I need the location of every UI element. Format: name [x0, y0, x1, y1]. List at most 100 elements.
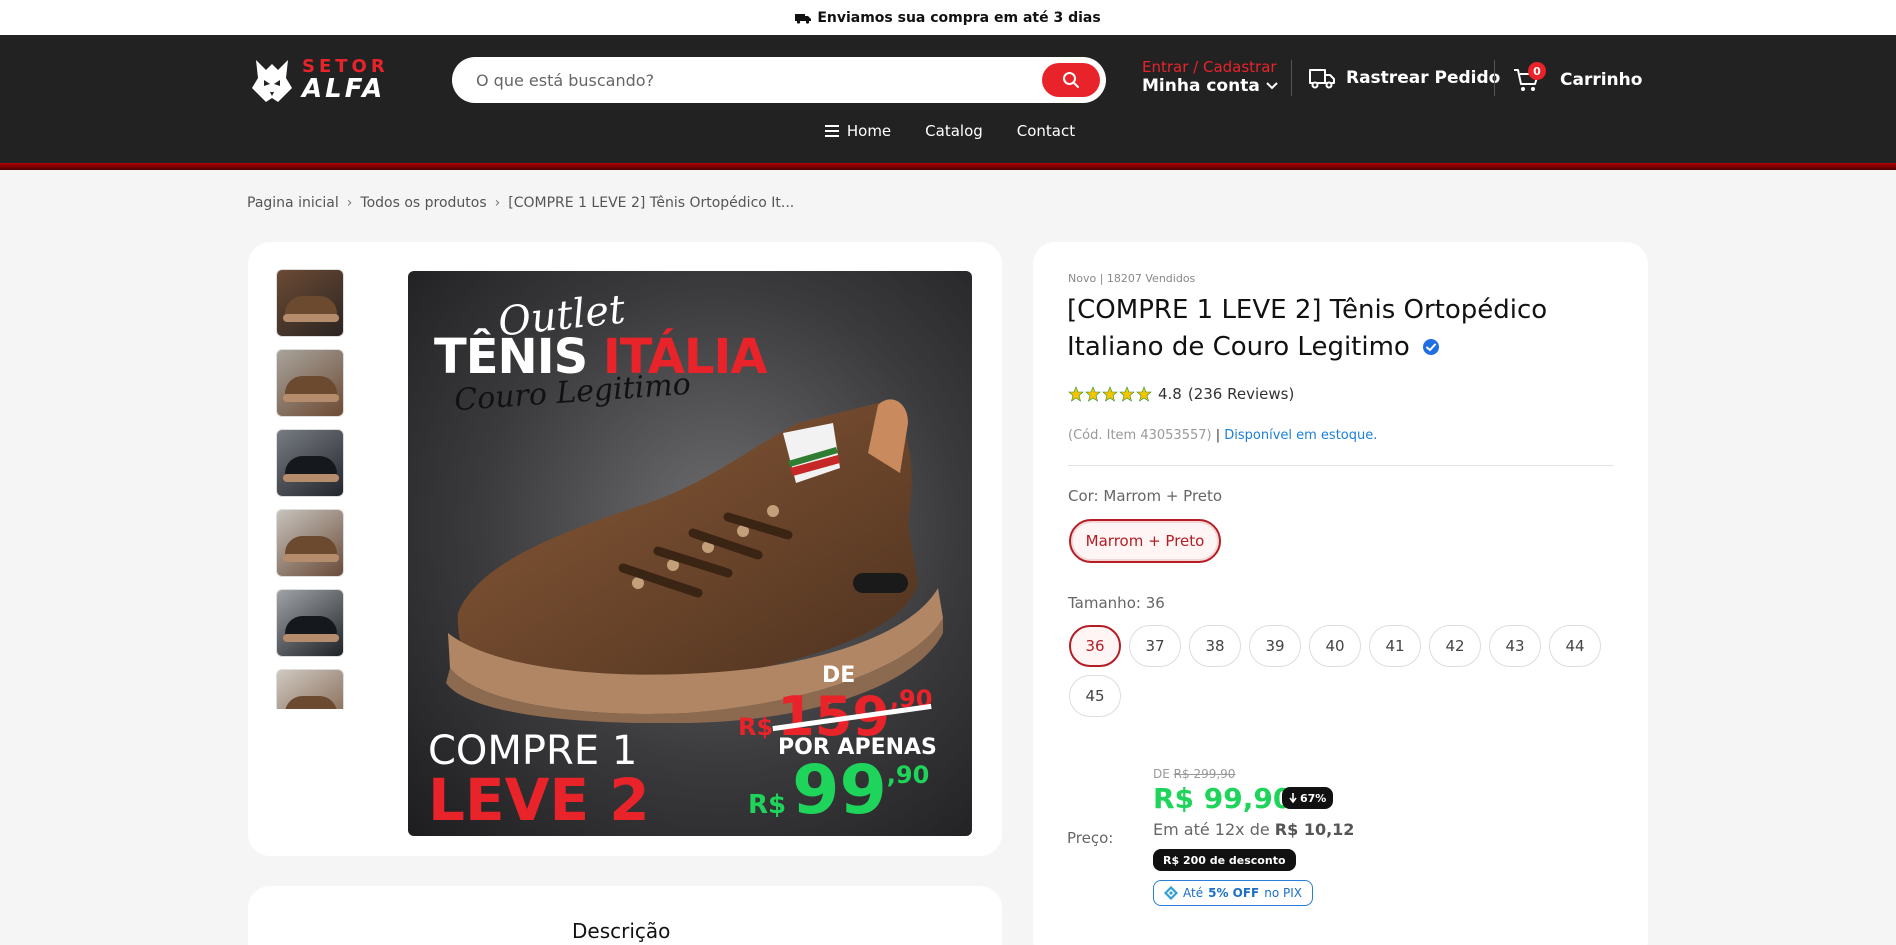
- size-option-44[interactable]: 44: [1549, 625, 1601, 667]
- shoe-illustration: [446, 399, 943, 723]
- star-icon: [1068, 386, 1084, 402]
- installments-value: R$ 10,12: [1274, 820, 1355, 839]
- product-main-image[interactable]: Outlet TÊNIS ITÁLIA Couro Legitimo COMPR…: [408, 271, 972, 836]
- product-thumbnail[interactable]: [276, 669, 344, 709]
- size-option-45[interactable]: 45: [1069, 675, 1121, 717]
- breadcrumb-home[interactable]: Pagina inicial: [247, 195, 339, 211]
- rating-value: 4.8: [1158, 385, 1182, 403]
- truck-icon: [1309, 69, 1335, 89]
- sku-code: (Cód. Item 43053557): [1068, 428, 1212, 443]
- size-option-41[interactable]: 41: [1369, 625, 1421, 667]
- pix-icon: [1164, 886, 1178, 900]
- pix-discount-badge: Até 5% OFF no PIX: [1153, 880, 1314, 906]
- product-thumbnail[interactable]: [276, 509, 344, 577]
- size-option-43[interactable]: 43: [1489, 625, 1541, 667]
- nav-contact-label: Contact: [1016, 122, 1076, 140]
- size-option-36[interactable]: 36: [1069, 625, 1121, 667]
- search-input[interactable]: [476, 70, 1036, 90]
- size-selected-value: 36: [1145, 594, 1165, 612]
- nav-contact[interactable]: Contact: [1017, 122, 1075, 140]
- star-icon: [1136, 386, 1152, 402]
- size-label: Tamanho:: [1068, 594, 1141, 612]
- chevron-down-icon: [1266, 82, 1278, 90]
- star-icon: [1119, 386, 1135, 402]
- discount-amount-badge: R$ 200 de desconto: [1153, 849, 1296, 871]
- star-icon: [1085, 386, 1101, 402]
- price-old-value: R$ 299,90: [1173, 767, 1236, 781]
- search-button[interactable]: [1042, 63, 1100, 97]
- rating-reviews[interactable]: (236 Reviews): [1188, 385, 1294, 403]
- availability-status: Disponível em estoque.: [1224, 428, 1378, 443]
- star-icon: [1102, 386, 1118, 402]
- nav-catalog[interactable]: Catalog: [925, 122, 983, 140]
- discount-percent-badge: 67%: [1282, 787, 1334, 809]
- size-option-label: Tamanho: 36: [1068, 594, 1165, 612]
- product-title-text: [COMPRE 1 LEVE 2] Tênis Ortopédico Itali…: [1067, 295, 1548, 362]
- product-thumbnail[interactable]: [276, 349, 344, 417]
- my-account-dropdown[interactable]: Minha conta: [1142, 76, 1278, 96]
- my-account-label: Minha conta: [1142, 76, 1260, 96]
- discount-percent: 67%: [1300, 791, 1327, 805]
- arrow-down-icon: [1289, 793, 1297, 803]
- size-option-40[interactable]: 40: [1309, 625, 1361, 667]
- announcement-text: Enviamos sua compra em até 3 dias: [817, 9, 1101, 26]
- size-option-42[interactable]: 42: [1429, 625, 1481, 667]
- color-selected-value: Marrom + Preto: [1103, 487, 1223, 505]
- promo-compre-text: COMPRE 1: [428, 728, 638, 774]
- rating-stars: [1068, 386, 1152, 402]
- product-meta: Novo | 18207 Vendidos: [1068, 272, 1196, 285]
- product-rating[interactable]: 4.8 (236 Reviews): [1068, 385, 1294, 403]
- main-nav: Home Catalog Contact: [0, 122, 1896, 140]
- truck-icon: [795, 13, 812, 24]
- description-title: Descrição: [572, 919, 671, 943]
- cart-icon-wrap: 0: [1512, 62, 1546, 94]
- info-divider: [1068, 465, 1614, 466]
- cart-label: Carrinho: [1560, 70, 1643, 90]
- breadcrumb-separator-icon: ›: [494, 195, 501, 211]
- breadcrumb: Pagina inicial › Todos os produtos › [CO…: [247, 195, 794, 211]
- header-divider: [1494, 60, 1495, 96]
- login-register-link[interactable]: Entrar / Cadastrar: [1142, 58, 1278, 76]
- header-stripe: [0, 163, 1896, 170]
- price-label: Preço:: [1067, 829, 1114, 847]
- size-option-37[interactable]: 37: [1129, 625, 1181, 667]
- size-option-39[interactable]: 39: [1249, 625, 1301, 667]
- search-bar: [452, 57, 1106, 103]
- price-current: R$ 99,90: [1153, 782, 1293, 815]
- price-old: DE R$ 299,90: [1153, 767, 1235, 781]
- breadcrumb-separator-icon: ›: [346, 195, 353, 211]
- track-order-label: Rastrear Pedido: [1346, 68, 1501, 88]
- logo-text-bottom: ALFA: [302, 74, 386, 104]
- product-thumbnail[interactable]: [276, 269, 344, 337]
- menu-icon: [824, 125, 839, 137]
- promo-new-price: R$ 99 ,90: [748, 757, 929, 825]
- price-old-prefix: DE: [1153, 767, 1170, 781]
- pix-suffix: no PIX: [1264, 886, 1303, 900]
- wolf-logo-icon: [252, 60, 292, 102]
- product-thumbnail[interactable]: [276, 589, 344, 657]
- color-label: Cor:: [1068, 487, 1099, 505]
- cart-count-badge: 0: [1528, 62, 1546, 80]
- track-order-link[interactable]: Rastrear Pedido: [1308, 66, 1500, 90]
- color-option-label: Cor: Marrom + Preto: [1068, 487, 1222, 505]
- nav-catalog-label: Catalog: [925, 122, 983, 140]
- sku-separator: |: [1211, 428, 1225, 443]
- account-menu[interactable]: Entrar / Cadastrar Minha conta: [1142, 58, 1278, 96]
- product-title: [COMPRE 1 LEVE 2] Tênis Ortopédico Itali…: [1067, 292, 1587, 366]
- size-option-38[interactable]: 38: [1189, 625, 1241, 667]
- pix-bold: 5% OFF: [1208, 886, 1260, 900]
- color-option-brown-black[interactable]: Marrom + Preto: [1069, 519, 1221, 563]
- header-divider: [1291, 60, 1292, 96]
- announcement-bar: Enviamos sua compra em até 3 dias: [0, 0, 1896, 35]
- installments-info: Em até 12x de R$ 10,12: [1153, 820, 1354, 839]
- search-icon: [1063, 72, 1079, 88]
- breadcrumb-all-products[interactable]: Todos os produtos: [360, 195, 486, 211]
- installments-prefix: Em até 12x de: [1153, 820, 1270, 839]
- cart-link[interactable]: 0 Carrinho: [1512, 62, 1643, 94]
- breadcrumb-current: [COMPRE 1 LEVE 2] Tênis Ortopédico It...: [508, 195, 795, 211]
- site-logo[interactable]: SETOR ALFA: [248, 54, 389, 106]
- size-options: 36 37 38 39 40 41 42 43 44 45: [1069, 625, 1629, 717]
- nav-home[interactable]: Home: [824, 122, 891, 140]
- promo-new-dec: ,90: [886, 761, 930, 789]
- product-thumbnail[interactable]: [276, 429, 344, 497]
